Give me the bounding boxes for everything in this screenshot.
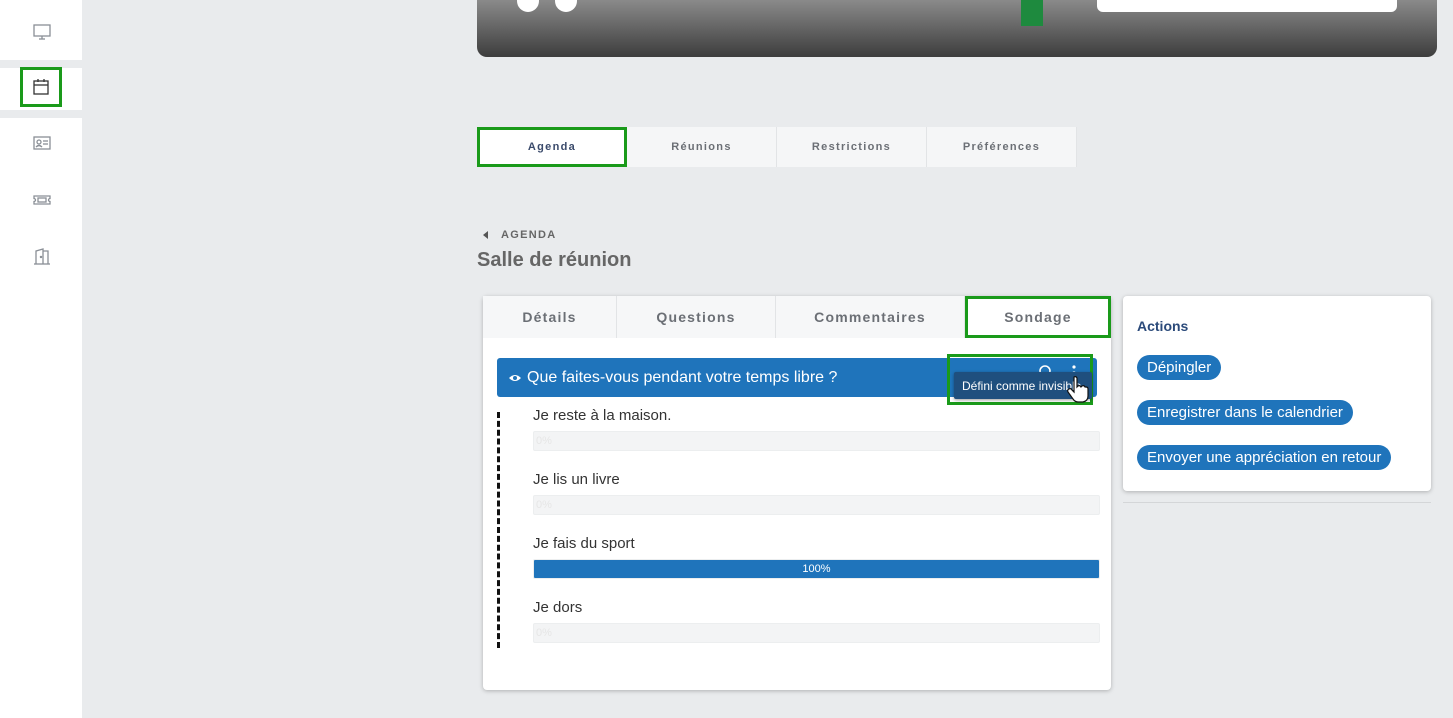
top-tab-bar: Agenda Réunions Restrictions Préférences	[477, 127, 1077, 167]
back-caret-icon	[483, 231, 488, 239]
sidebar-item-calendar[interactable]	[20, 67, 62, 107]
sidebar-item-contact-card[interactable]	[22, 123, 62, 163]
tab-details[interactable]: Détails	[483, 296, 617, 338]
eye-icon	[509, 374, 521, 381]
tab-commentaires[interactable]: Commentaires	[776, 296, 965, 338]
actions-title: Actions	[1137, 318, 1189, 334]
poll-option-label: Je reste à la maison.	[533, 407, 672, 424]
sponsor-logo-green	[1021, 0, 1043, 26]
facebook-icon[interactable]	[517, 0, 539, 12]
poll-option: Je dors 0%	[533, 598, 1100, 643]
save-to-calendar-button[interactable]: Enregistrer dans le calendrier	[1137, 400, 1353, 425]
banner-search-box[interactable]	[1097, 0, 1397, 12]
poll-option: Je reste à la maison. 0%	[533, 406, 1100, 451]
tab-reunions[interactable]: Réunions	[627, 127, 777, 167]
hand-cursor-icon	[1067, 376, 1089, 403]
poll-option-percent: 0%	[536, 499, 552, 511]
header-banner	[477, 0, 1437, 57]
poll-option-bar: 100%	[533, 559, 1100, 579]
card-tab-bar: Détails Questions Commentaires Sondage	[483, 296, 1111, 338]
tab-agenda[interactable]: Agenda	[477, 127, 627, 167]
poll-option-bar: 0%	[533, 431, 1100, 451]
poll-option: Je fais du sport 100%	[533, 534, 1100, 579]
poll-option-bar: 0%	[533, 495, 1100, 515]
calendar-icon	[33, 79, 49, 95]
poll-option-label: Je lis un livre	[533, 471, 620, 488]
contact-card-icon	[33, 136, 51, 150]
page-title: Salle de réunion	[477, 249, 632, 271]
sidebar-item-exit[interactable]	[22, 237, 62, 277]
poll-option-percent: 0%	[536, 435, 552, 447]
sidebar-item-monitor[interactable]	[22, 12, 62, 52]
sidebar-item-ticket[interactable]	[22, 180, 62, 220]
poll-option-bar: 0%	[533, 623, 1100, 643]
poll-option-label: Je fais du sport	[533, 535, 635, 552]
divider	[1123, 502, 1431, 503]
door-icon	[34, 248, 50, 265]
poll-options: Je reste à la maison. 0% Je lis un livre…	[497, 407, 1100, 648]
tab-preferences[interactable]: Préférences	[927, 127, 1077, 167]
poll-option: Je lis un livre 0%	[533, 470, 1100, 515]
tab-restrictions[interactable]: Restrictions	[777, 127, 927, 167]
poll-option-label: Je dors	[533, 599, 583, 616]
unpin-button[interactable]: Dépingler	[1137, 355, 1222, 380]
twitter-icon[interactable]	[555, 0, 577, 12]
poll-option-percent: 100%	[802, 563, 831, 575]
meeting-card: Détails Questions Commentaires Sondage Q…	[483, 296, 1111, 690]
left-sidebar	[0, 0, 82, 718]
breadcrumb[interactable]: AGENDA	[483, 229, 556, 241]
tab-questions[interactable]: Questions	[617, 296, 776, 338]
send-feedback-button[interactable]: Envoyer une appréciation en retour	[1137, 445, 1392, 470]
tab-sondage[interactable]: Sondage	[965, 296, 1111, 338]
breadcrumb-label: AGENDA	[501, 229, 557, 241]
ticket-icon	[33, 195, 51, 205]
monitor-icon	[33, 24, 51, 40]
poll-tools-highlight: Défini comme invisible	[947, 354, 1093, 405]
poll-option-percent: 0%	[536, 627, 552, 639]
actions-panel: Actions Dépingler Enregistrer dans le ca…	[1123, 296, 1431, 491]
